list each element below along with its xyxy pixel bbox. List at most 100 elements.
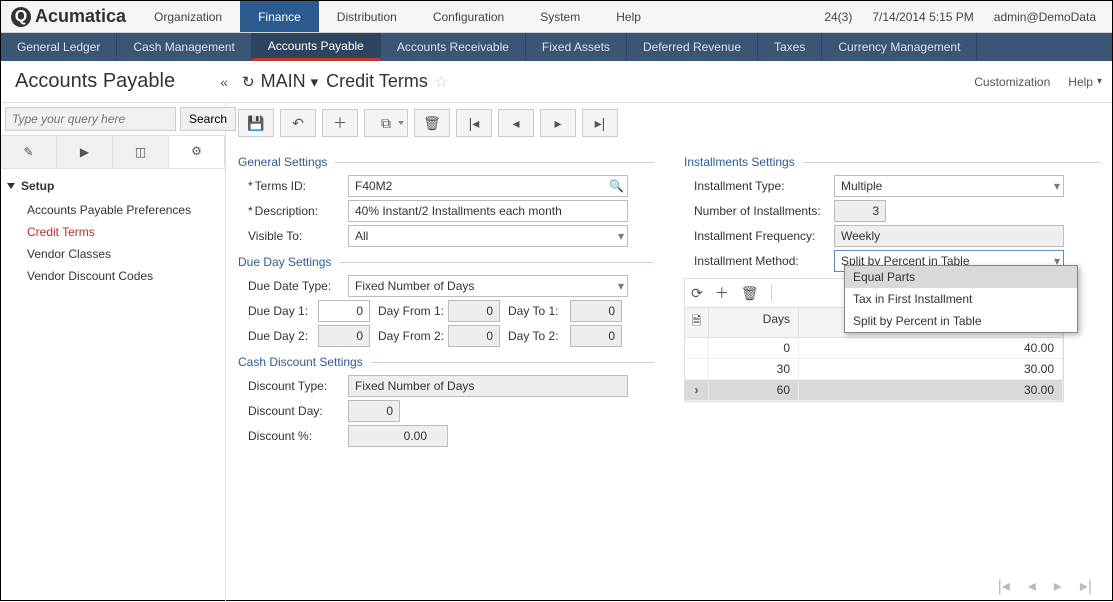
pager-prev-icon[interactable]: ◂ bbox=[1028, 576, 1036, 596]
subnav-fixed-assets[interactable]: Fixed Assets bbox=[526, 33, 627, 61]
module-header: Accounts Payable « ↻ MAIN ▾ Credit Terms… bbox=[1, 61, 1112, 103]
table-row[interactable]: 0 40.00 bbox=[685, 338, 1063, 359]
table-add-icon[interactable]: ＋ bbox=[715, 283, 729, 303]
chart-icon: ◫ bbox=[135, 145, 146, 159]
subnav-general-ledger[interactable]: General Ledger bbox=[1, 33, 117, 61]
inst-method-dropdown[interactable]: Equal Parts Tax in First Installment Spl… bbox=[844, 265, 1078, 333]
add-button[interactable]: ＋ bbox=[322, 109, 358, 137]
tree-item-ap-preferences[interactable]: Accounts Payable Preferences bbox=[7, 199, 219, 221]
subnav-cash-management[interactable]: Cash Management bbox=[117, 33, 251, 61]
trash-icon: 🗑 bbox=[423, 115, 441, 132]
form-columns: General Settings *Terms ID: 🔍 *Descripti… bbox=[238, 147, 1100, 450]
col-days[interactable]: Days bbox=[709, 308, 799, 337]
gear-icon: ⚙ bbox=[191, 144, 202, 158]
subnav-taxes[interactable]: Taxes bbox=[758, 33, 822, 61]
tree-item-credit-terms[interactable]: Credit Terms bbox=[7, 221, 219, 243]
due-day1-input[interactable] bbox=[318, 300, 370, 322]
label-inst-type: Installment Type: bbox=[684, 179, 834, 193]
pager: |◂ ◂ ▸ ▸| bbox=[998, 576, 1092, 596]
table-refresh-icon[interactable]: ⟳ bbox=[691, 285, 703, 302]
topnav-system[interactable]: System bbox=[522, 1, 598, 32]
topbar: Q Acumatica Organization Finance Distrib… bbox=[1, 1, 1112, 33]
label-discount-type: Discount Type: bbox=[238, 379, 348, 393]
topnav-distribution[interactable]: Distribution bbox=[319, 1, 415, 32]
terms-id-input[interactable] bbox=[348, 175, 628, 197]
label-due-day2: Due Day 2: bbox=[238, 329, 318, 343]
copy-button[interactable]: ⧉ bbox=[364, 109, 408, 137]
topnav-configuration[interactable]: Configuration bbox=[415, 1, 522, 32]
section-dueday: Due Day Settings bbox=[238, 255, 654, 269]
prev-icon: ◂ bbox=[512, 115, 519, 132]
subnav-accounts-payable[interactable]: Accounts Payable bbox=[252, 33, 381, 61]
topnav-organization[interactable]: Organization bbox=[136, 1, 240, 32]
tree-root-setup[interactable]: Setup bbox=[7, 179, 219, 193]
sidebar-tab-edit[interactable]: ✎ bbox=[1, 136, 57, 168]
tree-item-vendor-discount-codes[interactable]: Vendor Discount Codes bbox=[7, 265, 219, 287]
day-to2-input bbox=[570, 325, 622, 347]
discount-day-input bbox=[348, 400, 400, 422]
sidebar-tab-run[interactable]: ▶ bbox=[57, 136, 113, 168]
left-column: General Settings *Terms ID: 🔍 *Descripti… bbox=[238, 147, 654, 450]
copy-icon: ⧉ bbox=[381, 115, 391, 132]
pager-first-icon[interactable]: |◂ bbox=[998, 576, 1010, 596]
discount-pct-input bbox=[348, 425, 448, 447]
table-row[interactable]: 60 30.00 bbox=[685, 380, 1063, 401]
subnav-currency-management[interactable]: Currency Management bbox=[822, 33, 977, 61]
next-button[interactable]: ▸ bbox=[540, 109, 576, 137]
collapse-sidebar-icon[interactable]: « bbox=[220, 74, 228, 90]
label-day-to1: Day To 1: bbox=[500, 304, 570, 318]
topnav-finance[interactable]: Finance bbox=[240, 1, 319, 32]
pager-next-icon[interactable]: ▸ bbox=[1054, 576, 1062, 596]
inst-method-option-split-percent[interactable]: Split by Percent in Table bbox=[845, 310, 1077, 332]
save-button[interactable]: 💾 bbox=[238, 109, 274, 137]
table-delete-icon[interactable]: 🗑 bbox=[741, 285, 759, 302]
pager-last-icon[interactable]: ▸| bbox=[1080, 576, 1092, 596]
help-dropdown[interactable]: Help ▾ bbox=[1068, 75, 1102, 89]
undo-button[interactable]: ↶ bbox=[280, 109, 316, 137]
label-due-day1: Due Day 1: bbox=[238, 304, 318, 318]
tree-item-vendor-classes[interactable]: Vendor Classes bbox=[7, 243, 219, 265]
search-input[interactable] bbox=[5, 107, 176, 131]
inst-method-option-tax-first[interactable]: Tax in First Installment bbox=[845, 288, 1077, 310]
right-column: Installments Settings Installment Type: … bbox=[684, 147, 1100, 450]
breadcrumb: ↻ MAIN ▾ Credit Terms ☆ bbox=[242, 71, 448, 92]
sidebar: Search ✎ ▶ ◫ ⚙ Setup Accounts Payable Pr… bbox=[1, 103, 226, 602]
prev-button[interactable]: ◂ bbox=[498, 109, 534, 137]
form-toolbar: 💾 ↶ ＋ ⧉ 🗑 |◂ ◂ ▸ ▸| bbox=[238, 109, 1100, 137]
label-day-from2: Day From 2: bbox=[370, 329, 448, 343]
delete-button[interactable]: 🗑 bbox=[414, 109, 450, 137]
label-discount-day: Discount Day: bbox=[238, 404, 348, 418]
undo-icon: ↶ bbox=[292, 115, 304, 132]
last-button[interactable]: ▸| bbox=[582, 109, 618, 137]
sidebar-tab-settings[interactable]: ⚙ bbox=[169, 136, 225, 168]
subnav-deferred-revenue[interactable]: Deferred Revenue bbox=[627, 33, 758, 61]
num-inst-input bbox=[834, 200, 886, 222]
inst-method-option-equal-parts[interactable]: Equal Parts bbox=[845, 266, 1077, 288]
due-day2-input bbox=[318, 325, 370, 347]
separator bbox=[771, 285, 772, 301]
day-from2-input bbox=[448, 325, 500, 347]
due-date-type-select[interactable] bbox=[348, 275, 628, 297]
section-general: General Settings bbox=[238, 155, 654, 169]
notification-count[interactable]: 24(3) bbox=[824, 10, 852, 24]
discount-type-select bbox=[348, 375, 628, 397]
tree: Setup Accounts Payable Preferences Credi… bbox=[1, 169, 225, 297]
customization-link[interactable]: Customization bbox=[974, 75, 1050, 89]
user-label[interactable]: admin@DemoData bbox=[994, 10, 1096, 24]
first-button[interactable]: |◂ bbox=[456, 109, 492, 137]
breadcrumb-main[interactable]: MAIN ▾ bbox=[261, 71, 319, 92]
main: Search ✎ ▶ ◫ ⚙ Setup Accounts Payable Pr… bbox=[1, 103, 1112, 602]
subnav-accounts-receivable[interactable]: Accounts Receivable bbox=[381, 33, 526, 61]
save-icon: 💾 bbox=[247, 115, 264, 132]
label-due-date-type: Due Date Type: bbox=[238, 279, 348, 293]
sidebar-tab-reports[interactable]: ◫ bbox=[113, 136, 169, 168]
description-input[interactable] bbox=[348, 200, 628, 222]
topnav-help[interactable]: Help bbox=[598, 1, 659, 32]
label-day-from1: Day From 1: bbox=[370, 304, 448, 318]
visible-to-select[interactable] bbox=[348, 225, 628, 247]
datetime: 7/14/2014 5:15 PM bbox=[872, 10, 973, 24]
table-row[interactable]: 30 30.00 bbox=[685, 359, 1063, 380]
refresh-icon[interactable]: ↻ bbox=[242, 73, 255, 91]
inst-type-select[interactable] bbox=[834, 175, 1064, 197]
favorite-star-icon[interactable]: ☆ bbox=[434, 72, 448, 92]
